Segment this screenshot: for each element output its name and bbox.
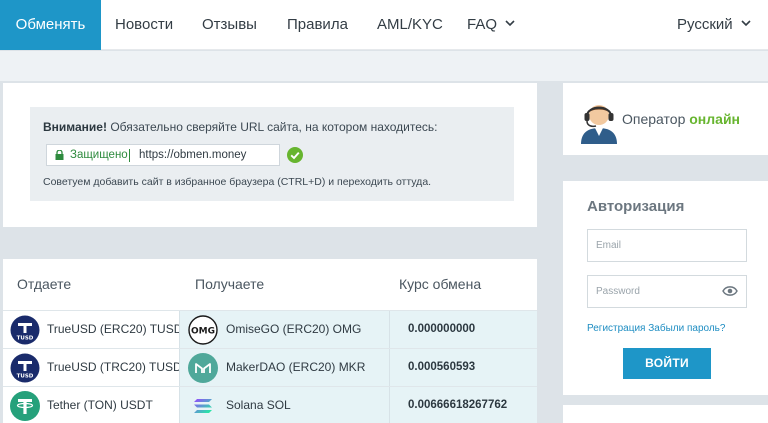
lock-icon bbox=[55, 150, 64, 160]
rate-cell: 0.00666618267762 bbox=[389, 387, 537, 423]
get-cell[interactable]: MakerDAO (ERC20) MKR bbox=[179, 349, 389, 387]
notice-title-text: Обязательно сверяйте URL сайта, на котор… bbox=[106, 120, 438, 134]
top-nav: Обменять Новости Отзывы Правила AML/KYC … bbox=[0, 0, 768, 50]
header-rate: Курс обмена bbox=[399, 276, 482, 292]
email-field[interactable] bbox=[587, 229, 747, 262]
auth-links: Регистрация Забыли пароль? bbox=[587, 323, 725, 334]
header-get: Получаете bbox=[195, 276, 265, 292]
operator-online-label: онлайн bbox=[689, 111, 740, 127]
tusd-icon: TUSD bbox=[10, 315, 40, 345]
notice-hint: Советуем добавить сайт в избранное брауз… bbox=[43, 176, 432, 188]
login-button[interactable]: ВОЙТИ bbox=[623, 348, 711, 379]
auth-title: Авторизация bbox=[587, 198, 685, 215]
eye-icon[interactable] bbox=[722, 285, 738, 297]
exchange-rates-table: Отдаете Получаете Курс обмена TUSD TrueU… bbox=[3, 259, 537, 423]
give-cell[interactable]: Tether (TON) USDT bbox=[3, 387, 179, 423]
nav-item-aml-kyc[interactable]: AML/KYC bbox=[377, 0, 443, 50]
table-row[interactable]: TUSD TrueUSD (ERC20) TUSD OMG OmiseGO (E… bbox=[3, 310, 537, 349]
nav-item-faq-label: FAQ bbox=[467, 16, 498, 33]
operator-status: Оператор онлайн bbox=[622, 111, 740, 127]
url-display: Защищено https://obmen.money bbox=[46, 144, 280, 166]
site-url: https://obmen.money bbox=[139, 149, 247, 161]
svg-text:TUSD: TUSD bbox=[17, 374, 34, 380]
get-currency: OmiseGO (ERC20) OMG bbox=[226, 322, 362, 336]
sol-icon bbox=[188, 391, 218, 421]
rate-value: 0.000000000 bbox=[408, 323, 476, 335]
give-currency: TrueUSD (ERC20) TUSD bbox=[47, 322, 183, 336]
operator-label: Оператор bbox=[622, 111, 686, 127]
next-card-edge bbox=[563, 405, 768, 423]
svg-text:OMG: OMG bbox=[191, 327, 215, 337]
operator-card[interactable]: Оператор онлайн bbox=[563, 83, 768, 155]
get-cell[interactable]: Solana SOL bbox=[179, 387, 389, 423]
nav-item-faq[interactable]: FAQ bbox=[467, 0, 515, 50]
nav-item-exchange[interactable]: Обменять bbox=[0, 0, 101, 50]
nav-item-news[interactable]: Новости bbox=[115, 0, 173, 50]
table-row[interactable]: Tether (TON) USDT Solana SOL 0.006666182… bbox=[3, 386, 537, 423]
language-label: Русский bbox=[677, 16, 733, 33]
auth-card: Авторизация Регистрация Забыли пароль? В… bbox=[563, 181, 768, 395]
secure-label: Защищено bbox=[70, 149, 128, 161]
url-divider bbox=[129, 149, 130, 162]
notice-title: Внимание! Обязательно сверяйте URL сайта… bbox=[43, 120, 438, 134]
language-selector[interactable]: Русский bbox=[677, 0, 751, 50]
table-row[interactable]: TUSD TrueUSD (TRC20) TUSD MakerDAO (ERC2… bbox=[3, 348, 537, 387]
give-currency: TrueUSD (TRC20) TUSD bbox=[47, 360, 182, 374]
support-operator-icon bbox=[581, 105, 617, 144]
register-link[interactable]: Регистрация bbox=[587, 323, 645, 334]
mkr-icon bbox=[188, 353, 218, 383]
check-circle-icon bbox=[287, 147, 303, 163]
chevron-down-icon bbox=[505, 18, 515, 28]
give-currency: Tether (TON) USDT bbox=[47, 398, 153, 412]
get-currency: MakerDAO (ERC20) MKR bbox=[226, 360, 366, 374]
nav-item-reviews[interactable]: Отзывы bbox=[202, 0, 257, 50]
get-cell[interactable]: OMG OmiseGO (ERC20) OMG bbox=[179, 311, 389, 349]
rate-value: 0.000560593 bbox=[408, 361, 476, 373]
svg-text:TUSD: TUSD bbox=[17, 336, 34, 342]
get-currency: Solana SOL bbox=[226, 398, 291, 412]
url-notice-box: Внимание! Обязательно сверяйте URL сайта… bbox=[30, 107, 514, 201]
usdt-icon bbox=[10, 391, 40, 421]
nav-item-rules[interactable]: Правила bbox=[287, 0, 348, 50]
forgot-password-link[interactable]: Забыли пароль? bbox=[648, 323, 725, 334]
header-give: Отдаете bbox=[17, 276, 72, 292]
nav-shadow-strip bbox=[0, 51, 768, 81]
url-notice-card: Внимание! Обязательно сверяйте URL сайта… bbox=[3, 83, 537, 227]
give-cell[interactable]: TUSD TrueUSD (TRC20) TUSD bbox=[3, 349, 182, 387]
chevron-down-icon bbox=[741, 18, 751, 28]
rate-value: 0.00666618267762 bbox=[408, 399, 508, 411]
give-cell[interactable]: TUSD TrueUSD (ERC20) TUSD bbox=[3, 311, 183, 349]
rate-cell: 0.000000000 bbox=[389, 311, 537, 349]
notice-title-bold: Внимание! bbox=[43, 120, 107, 134]
omg-icon: OMG bbox=[188, 315, 218, 345]
rate-cell: 0.000560593 bbox=[389, 349, 537, 387]
tusd-icon: TUSD bbox=[10, 353, 40, 383]
